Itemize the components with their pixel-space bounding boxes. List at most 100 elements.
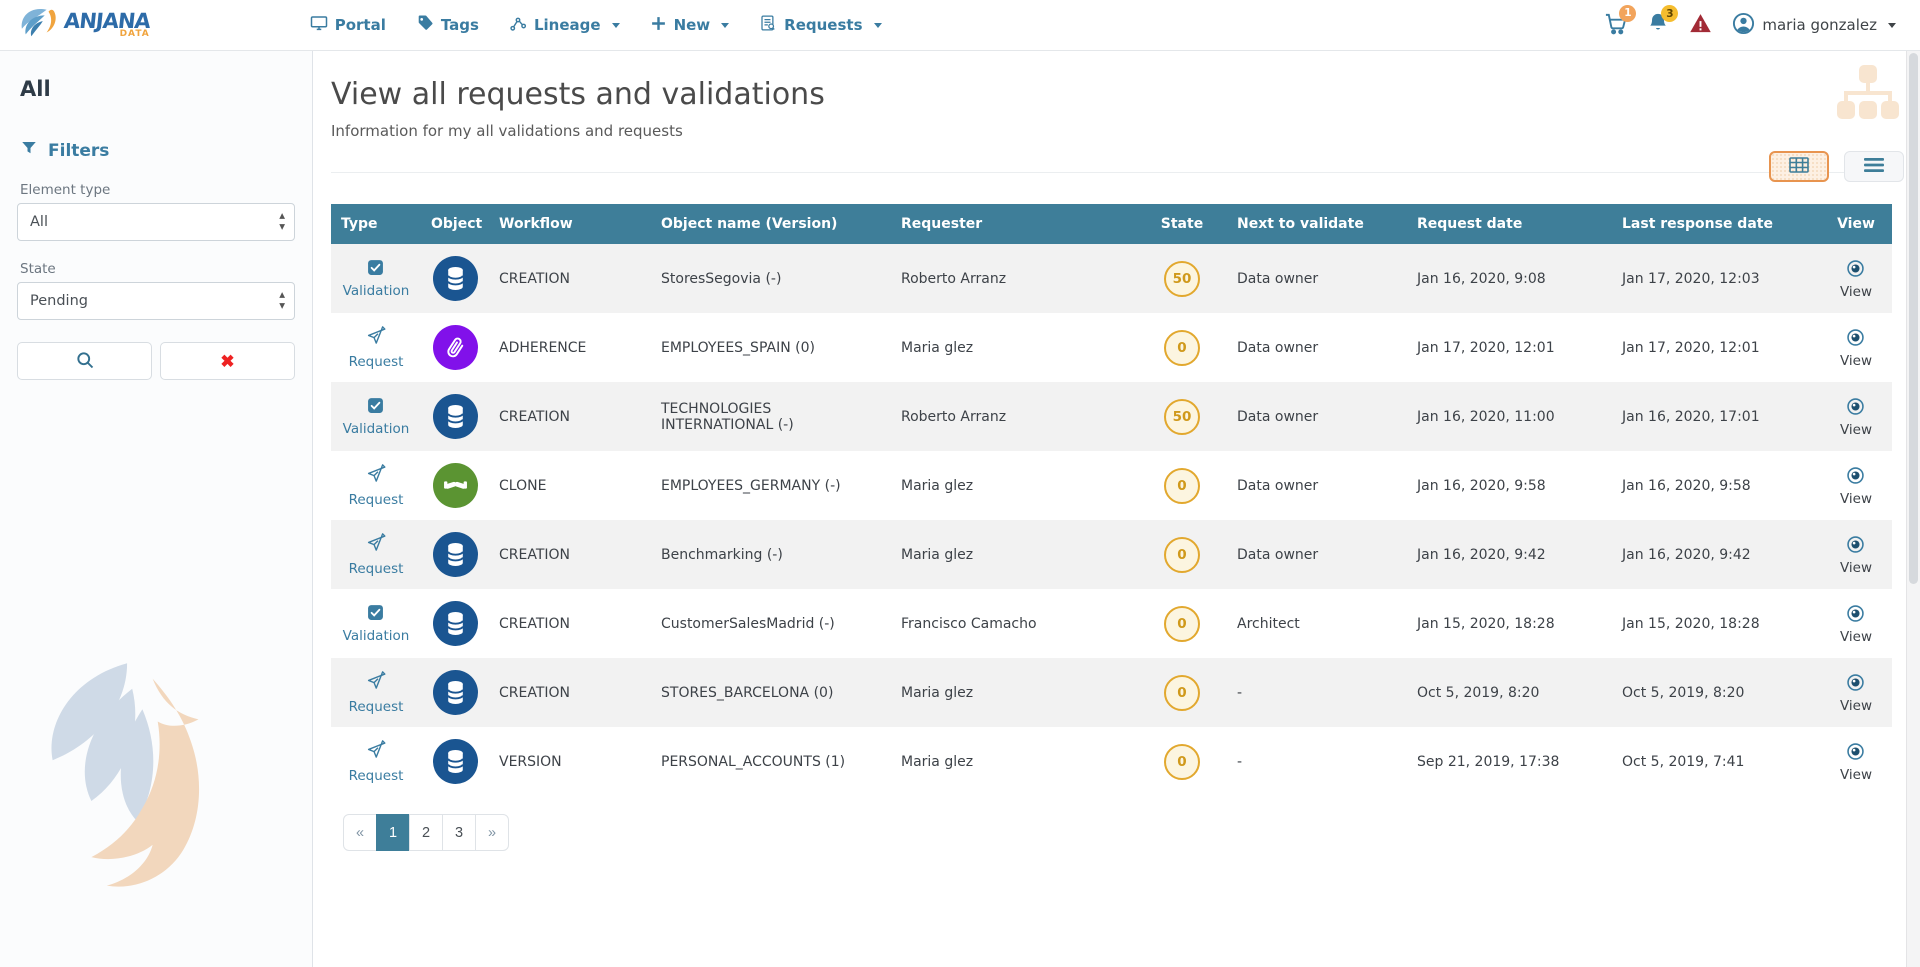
state-select[interactable]: Pending [17, 282, 295, 320]
alerts-button[interactable] [1689, 12, 1712, 39]
state-badge: 50 [1164, 261, 1200, 297]
table-row: ValidationCREATIONCustomerSalesMadrid (-… [331, 589, 1892, 658]
last-response-date-cell: Jan 17, 2020, 12:03 [1612, 244, 1820, 313]
nav-item-new[interactable]: New [650, 15, 730, 36]
eye-icon [1845, 534, 1866, 559]
state-badge: 0 [1164, 606, 1200, 642]
state-badge: 0 [1164, 675, 1200, 711]
object-name-cell: StoresSegovia (-) [651, 244, 891, 313]
next-to-validate-cell: Data owner [1227, 313, 1407, 382]
paper-plane-icon [366, 533, 387, 558]
anjana-watermark [30, 648, 265, 907]
pagination-page-2[interactable]: 2 [409, 814, 443, 851]
sidebar-title: All [20, 77, 295, 101]
view-button[interactable]: View [1840, 396, 1872, 438]
logo-brand-text: ANJANA [63, 11, 151, 32]
element-type-select[interactable]: All [17, 203, 295, 241]
pagination-page-3[interactable]: 3 [442, 814, 476, 851]
notifications-button[interactable]: 3 [1647, 12, 1669, 38]
filters-heading: Filters [48, 141, 109, 161]
clear-x-icon: ✖ [220, 353, 234, 370]
type-label: Validation [343, 628, 410, 644]
user-menu[interactable]: maria gonzalez [1732, 12, 1896, 39]
search-button[interactable] [17, 342, 152, 380]
view-button[interactable]: View [1840, 603, 1872, 645]
column-header-workflow: Workflow [489, 204, 651, 244]
view-button[interactable]: View [1840, 741, 1872, 783]
chevron-down-icon [721, 23, 729, 32]
next-to-validate-cell: Data owner [1227, 382, 1407, 451]
state-badge: 0 [1164, 330, 1200, 366]
column-header-view: View [1820, 204, 1892, 244]
state-badge: 50 [1164, 399, 1200, 435]
cart-badge: 1 [1619, 5, 1636, 22]
adherence-object-icon [433, 325, 478, 370]
pagination-page-1[interactable]: 1 [376, 814, 410, 851]
view-button[interactable]: View [1840, 258, 1872, 300]
page-title: View all requests and validations [331, 77, 1892, 112]
filter-funnel-icon [20, 139, 38, 162]
type-label: Request [349, 768, 404, 784]
chevron-down-icon [1888, 23, 1896, 32]
request-date-cell: Jan 16, 2020, 9:58 [1407, 451, 1612, 520]
database-object-icon [433, 601, 478, 646]
eye-icon [1845, 327, 1866, 352]
anjana-swirl-icon [18, 4, 60, 46]
cart-button[interactable]: 1 [1604, 12, 1627, 39]
last-response-date-cell: Oct 5, 2019, 8:20 [1612, 658, 1820, 727]
workflow-cell: CREATION [489, 589, 651, 658]
workflow-cell: CREATION [489, 520, 651, 589]
column-header-object: Object [421, 204, 489, 244]
warning-triangle-icon [1689, 12, 1712, 39]
clear-filters-button[interactable]: ✖ [160, 342, 295, 380]
toolbar-divider [331, 172, 1892, 173]
requester-cell: Maria glez [891, 520, 1137, 589]
type-cell: Request [349, 671, 404, 715]
main-content: View all requests and validations Inform… [313, 51, 1920, 967]
database-object-icon [433, 256, 478, 301]
chevron-down-icon [612, 23, 620, 32]
pagination-next-button[interactable]: » [475, 814, 509, 851]
table-row: RequestADHERENCEEMPLOYEES_SPAIN (0)Maria… [331, 313, 1892, 382]
view-button[interactable]: View [1840, 465, 1872, 507]
object-name-cell: EMPLOYEES_GERMANY (-) [651, 451, 891, 520]
anjana-logo[interactable]: ANJANA DATA [18, 4, 150, 46]
chevron-down-icon [874, 23, 882, 32]
nav-item-requests[interactable]: Requests [759, 14, 881, 36]
column-header-type: Type [331, 204, 421, 244]
lineage-icon [509, 14, 527, 36]
object-name-cell: STORES_BARCELONA (0) [651, 658, 891, 727]
filters-sidebar: All Filters Element type All ▲▼ State Pe… [0, 51, 313, 967]
nav-item-portal[interactable]: Portal [310, 14, 386, 36]
view-button[interactable]: View [1840, 534, 1872, 576]
page-subtitle: Information for my all validations and r… [331, 122, 1892, 140]
request-date-cell: Jan 15, 2020, 18:28 [1407, 589, 1612, 658]
user-name: maria gonzalez [1762, 16, 1877, 34]
type-label: Request [349, 561, 404, 577]
table-row: RequestVERSIONPERSONAL_ACCOUNTS (1)Maria… [331, 727, 1892, 796]
table-row: ValidationCREATIONTECHNOLOGIES INTERNATI… [331, 382, 1892, 451]
next-to-validate-cell: Architect [1227, 589, 1407, 658]
request-date-cell: Jan 16, 2020, 11:00 [1407, 382, 1612, 451]
nav-item-lineage[interactable]: Lineage [509, 14, 620, 36]
request-date-cell: Jan 16, 2020, 9:08 [1407, 244, 1612, 313]
table-view-button[interactable] [1769, 151, 1829, 182]
table-row: RequestCREATIONSTORES_BARCELONA (0)Maria… [331, 658, 1892, 727]
scrollbar-thumb[interactable] [1909, 53, 1918, 584]
nav-item-tags[interactable]: Tags [416, 14, 479, 36]
database-object-icon [433, 532, 478, 577]
workflow-cell: CREATION [489, 382, 651, 451]
column-header-requester: Requester [891, 204, 1137, 244]
state-badge: 0 [1164, 744, 1200, 780]
org-chart-icon [1836, 65, 1900, 137]
view-button[interactable]: View [1840, 672, 1872, 714]
list-view-button[interactable] [1844, 151, 1904, 182]
pagination-prev-button[interactable]: « [343, 814, 377, 851]
database-object-icon [433, 739, 478, 784]
eye-icon [1845, 258, 1866, 283]
next-to-validate-cell: Data owner [1227, 244, 1407, 313]
request-date-cell: Oct 5, 2019, 8:20 [1407, 658, 1612, 727]
type-cell: Request [349, 533, 404, 577]
view-button[interactable]: View [1840, 327, 1872, 369]
workflow-cell: ADHERENCE [489, 313, 651, 382]
